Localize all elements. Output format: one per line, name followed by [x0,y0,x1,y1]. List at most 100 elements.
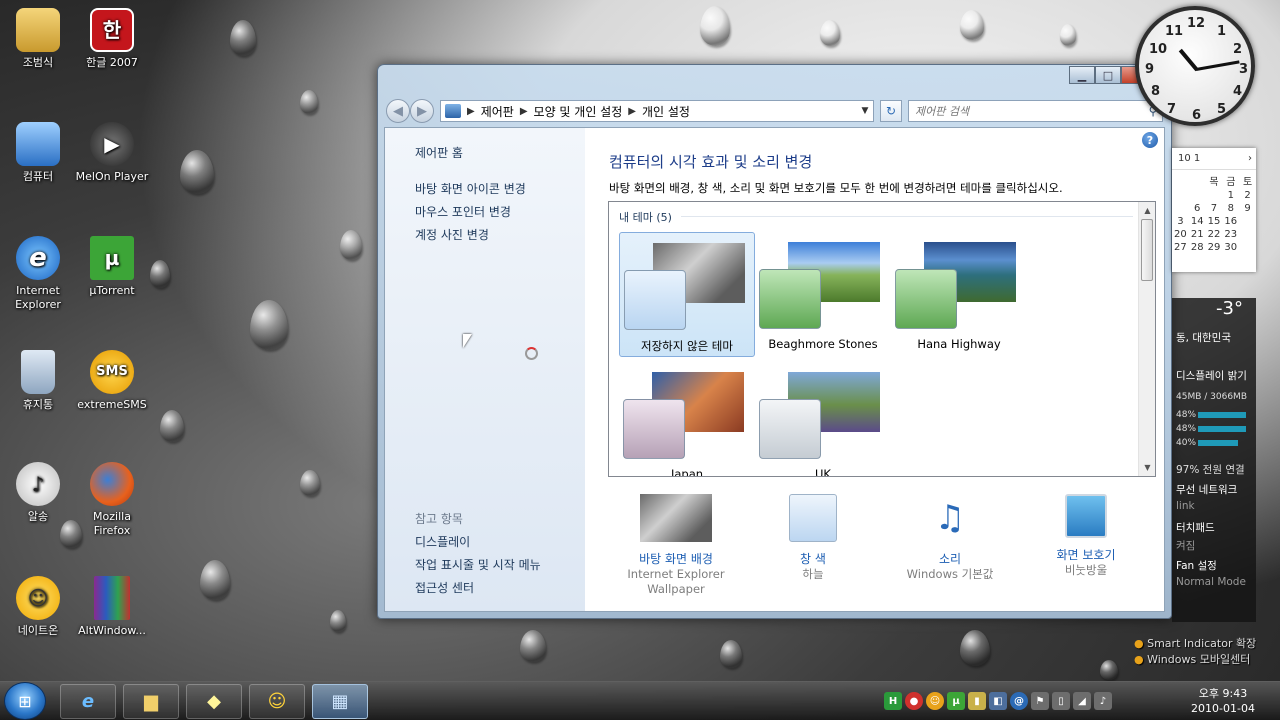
window-color-link[interactable]: 창 색 [748,550,878,567]
screen-saver-link[interactable]: 화면 보호기 [1021,546,1151,563]
taskbar-explorer-button[interactable]: ▆ [123,684,179,719]
tray-volume-icon[interactable]: ♪ [1094,692,1112,710]
taskbar-ie-button[interactable]: e [60,684,116,719]
refresh-icon: ↻ [885,104,897,118]
minimize-button[interactable]: ▁ [1069,66,1095,84]
tray-network-icon[interactable]: ◧ [989,692,1007,710]
touchpad-label[interactable]: 터치패드 [1176,520,1215,535]
desktop-background-setting[interactable]: 바탕 화면 배경 Internet Explorer Wallpaper [611,494,741,597]
desktop-icon-nateon[interactable]: ☺ 네이트온 [0,576,76,638]
refresh-button[interactable]: ↻ [880,100,902,122]
calendar-day [1189,190,1206,201]
tray-record-icon[interactable]: ● [905,692,923,710]
desktop-icon-altwindow[interactable]: AltWindow... [74,576,150,638]
control-panel-home-link[interactable]: 제어판 홈 [415,144,463,161]
change-desktop-icons-link[interactable]: 바탕 화면 아이콘 변경 [415,180,526,197]
tray-utorrent-icon[interactable]: µ [947,692,965,710]
calendar-day: 14 [1190,216,1204,227]
screen-saver-setting[interactable]: 화면 보호기 비눗방울 [1021,494,1151,578]
tray-battery-icon[interactable]: ▮ [968,692,986,710]
window-color-setting[interactable]: 창 색 하늘 [748,494,878,582]
search-input[interactable] [915,104,1144,118]
desktop-icon-user[interactable]: 조범식 [0,8,76,70]
theme-japan[interactable]: Japan [619,362,755,476]
breadcrumb-personalization[interactable]: 개인 설정 [642,103,690,120]
tray-flag-icon[interactable]: ⚑ [1031,692,1049,710]
address-dropdown-icon[interactable]: ▼ [857,106,873,116]
tray-wifi-icon[interactable]: ◢ [1073,692,1091,710]
desktop-icon-alsong[interactable]: ♪ 알송 [0,462,76,524]
tray-power-icon[interactable]: ▯ [1052,692,1070,710]
smart-indicator-expand-link[interactable]: ● Smart Indicator 확장 [1134,636,1256,652]
theme-list-scrollbar[interactable]: ▲ ▼ [1138,202,1155,476]
maximize-button[interactable]: □ [1095,66,1121,84]
tray-nateon-icon[interactable]: ☺ [926,692,944,710]
theme-unsaved[interactable]: 저장하지 않은 테마 [619,232,755,357]
change-mouse-pointers-link[interactable]: 마우스 포인터 변경 [415,203,511,220]
fan-setting-value: Normal Mode [1176,576,1246,588]
tray-hangul-icon[interactable]: H [884,692,902,710]
address-bar[interactable]: ▶ 제어판 ▶ 모양 및 개인 설정 ▶ 개인 설정 ▼ [440,100,874,122]
taskbar-control-panel-button[interactable]: ▦ [312,684,368,719]
navigation-bar: ◀ ▶ ▶ 제어판 ▶ 모양 및 개인 설정 ▶ 개인 설정 ▼ ↻ ⚲ [386,98,1163,124]
clock-gadget[interactable]: 12 1 2 3 4 5 6 7 8 9 10 11 [1135,6,1255,126]
desktop-icon-firefox[interactable]: Mozilla Firefox [74,462,150,538]
wireless-network-label[interactable]: 무선 네트워크 [1176,482,1237,497]
calendar-next-icon[interactable]: › [1248,153,1256,164]
taskbar-clock[interactable]: 오후 9:43 2010-01-04 [1180,686,1266,716]
windows-logo-icon: ⊞ [18,691,32,711]
screen-saver-icon [1065,494,1107,538]
cpu-core-2: 48% [1176,424,1197,434]
breadcrumb-appearance[interactable]: 모양 및 개인 설정 [534,103,623,120]
desktop-icon-utorrent[interactable]: µ µTorrent [74,236,150,298]
taskbar-sticky-button[interactable]: ◆ [186,684,242,719]
back-button[interactable]: ◀ [386,99,410,123]
theme-hana-highway[interactable]: Hana Highway [891,232,1027,357]
forward-button[interactable]: ▶ [410,99,434,123]
theme-beaghmore-stones[interactable]: Beaghmore Stones [755,232,891,357]
scroll-thumb[interactable] [1141,219,1153,281]
taskbar-start-menu-link[interactable]: 작업 표시줄 및 시작 메뉴 [415,556,541,573]
calendar-day: 9 [1244,203,1251,214]
tray-security-icon[interactable]: @ [1010,692,1028,710]
scroll-up-icon[interactable]: ▲ [1139,202,1155,219]
window-client-area: 제어판 홈 바탕 화면 아이콘 변경 마우스 포인터 변경 계정 사진 변경 참… [384,127,1165,612]
cpu-core-1-bar [1198,412,1246,418]
clock-time: 오후 9:43 [1198,687,1248,700]
taskbar-nateon-button[interactable]: ☺ [249,684,305,719]
ease-of-access-link[interactable]: 접근성 센터 [415,579,474,596]
scroll-down-icon[interactable]: ▼ [1139,459,1155,476]
help-icon[interactable]: ? [1142,132,1158,148]
change-account-picture-link[interactable]: 계정 사진 변경 [415,226,489,243]
calendar-day: 7 [1210,203,1218,214]
breadcrumb-separator-icon: ▶ [628,105,636,117]
desktop-icon-ie[interactable]: e Internet Explorer [0,236,76,312]
theme-group-label: 내 테마 (5) [619,211,672,224]
display-brightness-label[interactable]: 디스플레이 밝기 [1176,368,1247,383]
sticky-notes-icon: ◆ [207,691,221,712]
desktop-background-link[interactable]: 바탕 화면 배경 [611,550,741,567]
calendar-gadget[interactable]: 10 1 › 목 금 토 1 2 6 7 8 9 3 14 15 16 20 2… [1172,148,1256,272]
fan-setting-label[interactable]: Fan 설정 [1176,558,1217,573]
calendar-day [1172,190,1189,201]
calendar-day-header [1172,173,1189,188]
clock-number: 12 [1187,16,1206,31]
sounds-setting[interactable]: ♫ 소리 Windows 기본값 [885,494,1015,582]
hangul-icon: 한 [90,8,134,52]
desktop-icon-computer[interactable]: 컴퓨터 [0,122,76,184]
calendar-grid: 목 금 토 1 2 6 7 8 9 3 14 15 16 20 21 22 23… [1172,170,1256,253]
desktop-icon-melon[interactable]: ▶ MelOn Player [74,122,150,184]
sounds-link[interactable]: 소리 [885,550,1015,567]
weather-location: 동, 대한민국 [1176,332,1231,344]
computer-icon [16,122,60,166]
clock-number: 10 [1149,42,1168,57]
desktop-icon-extremesms[interactable]: SMS extremeSMS [74,350,150,412]
theme-uk[interactable]: UK [755,362,891,476]
breadcrumb-control-panel[interactable]: 제어판 [481,103,514,120]
start-button[interactable]: ⊞ [4,682,46,720]
weather-indicator-gadget[interactable]: -3° 동, 대한민국 디스플레이 밝기 45MB / 3066MB 48% 4… [1172,298,1256,622]
desktop-icon-recycle-bin[interactable]: 휴지통 [0,350,76,412]
display-link[interactable]: 디스플레이 [415,533,470,550]
desktop-icon-hangul[interactable]: 한 한글 2007 [74,8,150,70]
windows-mobility-center-link[interactable]: ● Windows 모바일센터 [1134,652,1256,668]
